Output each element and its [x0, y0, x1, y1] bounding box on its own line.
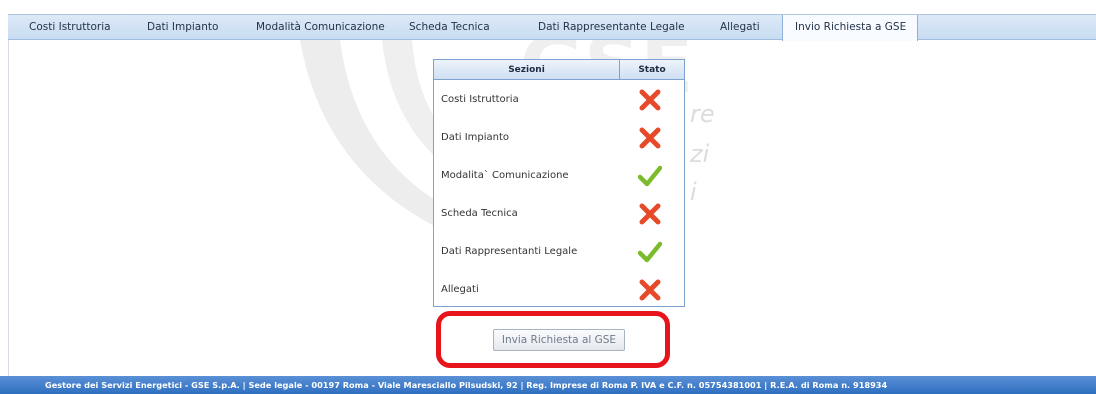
cross-icon — [639, 279, 661, 301]
tab-allegati[interactable]: Allegati — [720, 15, 760, 40]
row-label: Allegati — [441, 284, 479, 295]
send-request-button[interactable]: Invia Richiesta al GSE — [493, 329, 625, 351]
watermark-line-3: i — [690, 178, 697, 206]
table-row: Modalita` Comunicazione — [434, 157, 684, 195]
watermark-line-1: re — [690, 100, 715, 128]
tab-label: Invio Richiesta a GSE — [795, 21, 907, 33]
tab-modalita-comunicazione[interactable]: Modalità Comunicazione — [256, 15, 385, 40]
sections-status-table: Sezioni Stato Costi Istruttoria Dati Impi… — [433, 59, 685, 307]
cross-icon — [639, 203, 661, 225]
check-icon — [638, 241, 662, 263]
table-row: Dati Rappresentanti Legale — [434, 233, 684, 271]
tab-label: Scheda Tecnica — [409, 21, 490, 33]
tab-invio-richiesta[interactable]: Invio Richiesta a GSE — [782, 15, 918, 41]
table-row: Allegati — [434, 271, 684, 309]
footer-text: Gestore dei Servizi Energetici - GSE S.p… — [45, 380, 888, 390]
row-label: Scheda Tecnica — [441, 208, 518, 219]
column-header-sections: Sezioni — [434, 60, 620, 80]
table-row: Scheda Tecnica — [434, 195, 684, 233]
tab-dati-rappresentante-legale[interactable]: Dati Rappresentante Legale — [538, 15, 685, 40]
tab-label: Modalità Comunicazione — [256, 21, 385, 33]
content-left-border — [8, 40, 9, 376]
table-row: Dati Impianto — [434, 119, 684, 157]
tab-scheda-tecnica[interactable]: Scheda Tecnica — [409, 15, 490, 40]
column-header-status: Stato — [620, 60, 684, 80]
row-label: Dati Rappresentanti Legale — [441, 246, 578, 257]
footer-bar: Gestore dei Servizi Energetici - GSE S.p… — [0, 376, 1096, 394]
tab-bar: Costi Istruttoria Dati Impianto Modalità… — [8, 14, 1096, 41]
tab-label: Costi Istruttoria — [29, 21, 111, 33]
check-icon — [638, 165, 662, 187]
cross-icon — [639, 89, 661, 111]
tab-label: Dati Rappresentante Legale — [538, 21, 685, 33]
cross-icon — [639, 127, 661, 149]
row-label: Modalita` Comunicazione — [441, 170, 569, 181]
tab-label: Allegati — [720, 21, 760, 33]
table-row: Costi Istruttoria — [434, 81, 684, 119]
watermark-line-2: zi — [689, 140, 710, 168]
row-label: Costi Istruttoria — [441, 94, 519, 105]
tab-label: Dati Impianto — [147, 21, 219, 33]
tab-costi-istruttoria[interactable]: Costi Istruttoria — [29, 15, 111, 40]
tab-dati-impianto[interactable]: Dati Impianto — [147, 15, 218, 40]
row-label: Dati Impianto — [441, 132, 510, 143]
